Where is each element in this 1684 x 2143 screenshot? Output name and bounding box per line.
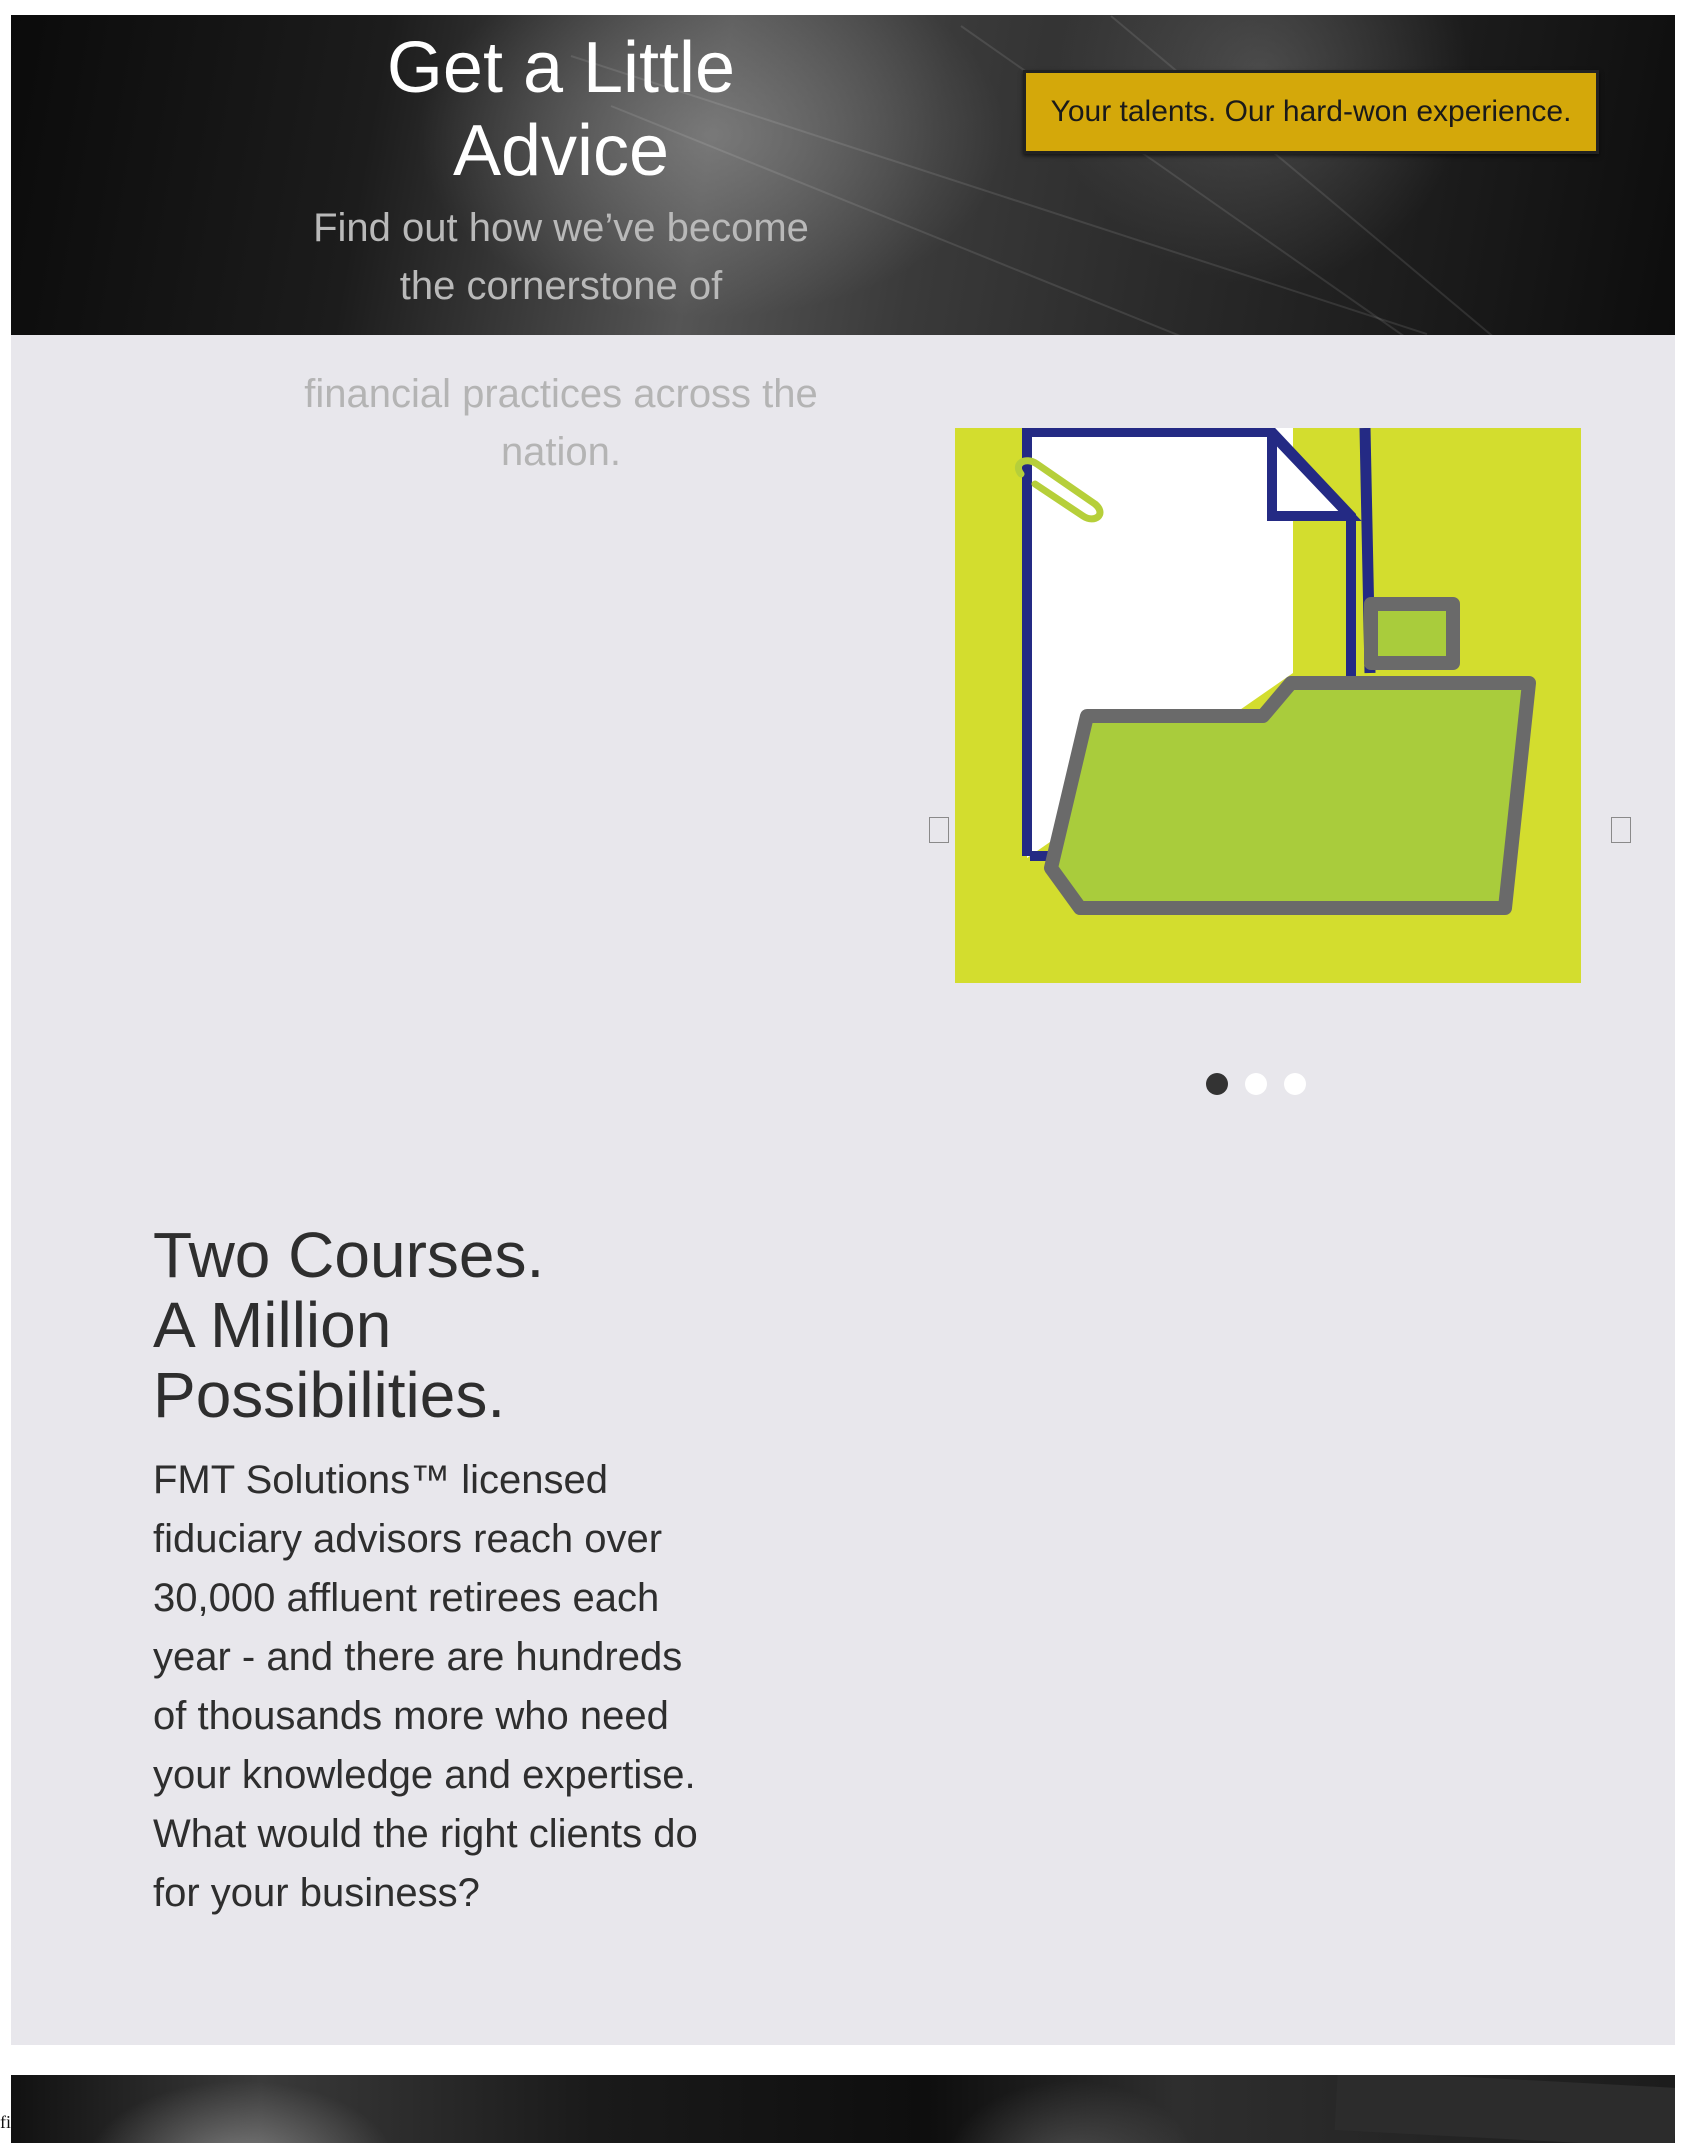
hero-subtitle: Find out how we’ve become the cornerston… — [313, 206, 809, 308]
bottom-hero-image — [11, 2075, 1675, 2143]
carousel-dot-3[interactable] — [1284, 1073, 1306, 1095]
document-folder-illustration — [1014, 428, 1536, 915]
carousel-dot-1[interactable] — [1206, 1073, 1228, 1095]
carousel-dot-2[interactable] — [1245, 1073, 1267, 1095]
courses-heading-line: Possibilities. — [153, 1359, 506, 1431]
image-carousel — [11, 335, 1675, 1135]
courses-heading-line: Two Courses. — [153, 1219, 545, 1291]
chevron-left-icon[interactable] — [929, 817, 949, 843]
carousel-pagination — [1206, 1073, 1323, 1097]
courses-description: FMT Solutions™ licensed fiduciary adviso… — [153, 1458, 698, 1915]
hero-banner: Get a Little Advice Find out how we’ve b… — [11, 15, 1675, 335]
cta-button[interactable]: Your talents. Our hard-won experience. — [1023, 70, 1599, 154]
courses-heading: Two Courses. A Million Possibilities. — [153, 1220, 853, 1430]
hero-title: Get a Little Advice — [386, 28, 736, 191]
background-shape — [1334, 2075, 1675, 2143]
hero-bg-streak — [1110, 15, 1675, 335]
main-section: financial practices across the nation. T… — [11, 335, 1675, 2045]
courses-heading-line: A Million — [153, 1289, 392, 1361]
stray-text: fi — [0, 2112, 11, 2132]
carousel-slide[interactable] — [955, 428, 1581, 983]
chevron-right-icon[interactable] — [1611, 817, 1631, 843]
